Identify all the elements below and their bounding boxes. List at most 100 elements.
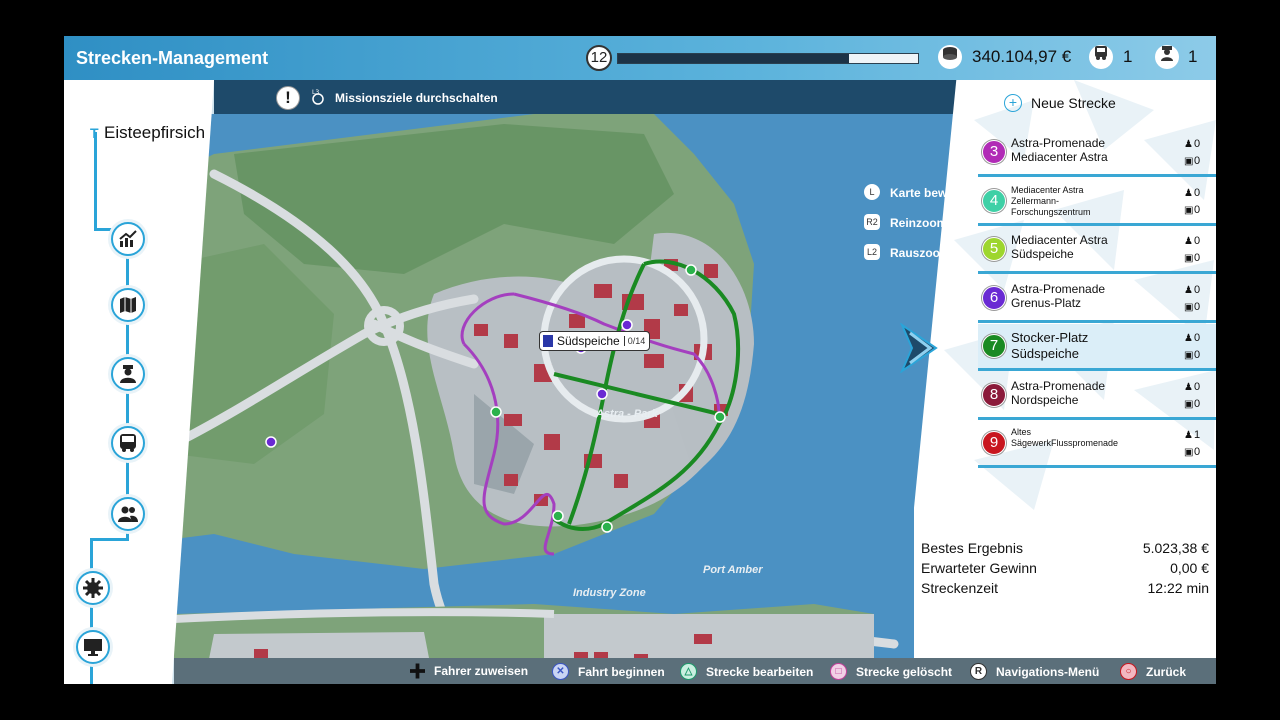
route-name: Mediacenter Astra Zellermann- Forschungsze… (1011, 185, 1171, 218)
route-row[interactable]: 4 Mediacenter Astra Zellermann- Forschungsz… (978, 179, 1216, 226)
chart-icon (119, 230, 137, 247)
back-button[interactable]: ○ Zurück (1120, 663, 1186, 680)
route-stop-name: Zellermann- (1011, 195, 1060, 206)
route-driver-count: ♟1 (1184, 429, 1200, 441)
timeline-line (90, 538, 129, 541)
route-bus-count: ▣0 (1184, 349, 1200, 361)
timeline-line (94, 132, 97, 228)
route-stop-name: Mediacenter Astra (1011, 233, 1108, 247)
level-badge: 12 (586, 45, 612, 71)
dpad-icon (410, 663, 425, 678)
bus-icon: ▣ (1184, 350, 1194, 361)
bus-icon: ▣ (1184, 301, 1194, 313)
bus-count: 0 (1194, 203, 1201, 216)
svg-text:L3: L3 (312, 89, 319, 96)
monitor-icon (84, 639, 102, 656)
bus-count: 0 (1194, 397, 1201, 410)
route-driver-count: ♟0 (1184, 381, 1200, 393)
drivers-button[interactable] (111, 357, 145, 391)
stat-route-time: Streckenzeit 12:22 min (921, 580, 1209, 600)
driver-icon: ♟ (1184, 284, 1193, 296)
square-button-icon: □ (830, 663, 847, 680)
new-route-label: Neue Strecke (1031, 95, 1116, 111)
route-name: Altes SägewerkFlusspromenade (1011, 427, 1171, 449)
stop-label[interactable]: Südspeiche 0/14 (539, 331, 651, 351)
driver-icon: ♟ (1184, 187, 1193, 199)
driver-count: 0 (1194, 235, 1201, 247)
bus-icon: ▣ (1184, 204, 1194, 216)
r2-icon: R2 (864, 214, 880, 230)
bus-count: 0 (1194, 349, 1201, 361)
settings-button[interactable] (76, 571, 110, 605)
statistics-button[interactable] (111, 222, 145, 256)
money-value: 340.104,97 € (972, 47, 1072, 66)
route-number-badge: 4 (982, 188, 1006, 213)
route-stop-name: Grenus-Platz (1011, 295, 1082, 310)
route-stop-name: Mediacenter Astra (1011, 150, 1108, 164)
buses-button[interactable] (111, 426, 145, 460)
route-stop-name: Astra-Promenade (1011, 378, 1106, 393)
route-row[interactable]: 8 Astra-Promenade Nordspeiche ♟0 ▣0 (978, 373, 1216, 420)
settings-gear-icon (83, 578, 103, 598)
bus-icon: ▣ (1184, 156, 1194, 167)
route-row[interactable]: 3 Astra-Promenade Mediacenter Astra ♟0 ▣0 (978, 130, 1216, 177)
new-route-button[interactable]: + Neue Strecke (1004, 94, 1116, 112)
button-prompt-bar: Fahrer zuweisen ✕ Fahrt beginnen △ Strec… (174, 658, 1216, 684)
driver-icon: ♟ (1184, 381, 1193, 393)
route-number-badge: 8 (982, 382, 1006, 407)
edit-route-button[interactable]: △ Strecke bearbeiten (680, 663, 813, 680)
edit-route-label: Strecke bearbeiten (706, 664, 814, 679)
driver-count: 1 (1194, 429, 1201, 441)
route-bus-count: ▣0 (1184, 204, 1200, 216)
start-trip-button[interactable]: ✕ Fahrt beginnen (552, 663, 665, 680)
route-bus-count: ▣0 (1184, 301, 1200, 313)
assign-driver-button[interactable]: Fahrer zuweisen (410, 663, 528, 678)
system-button[interactable] (76, 630, 110, 664)
map-button[interactable] (111, 288, 145, 322)
l2-icon: L2 (864, 244, 880, 260)
route-stop-name: Astra-Promenade (1011, 281, 1106, 296)
route-driver-count: ♟0 (1184, 138, 1200, 150)
city-map[interactable]: L Karte bewegen R2 Reinzoomen L2 Rauszoo… (169, 114, 980, 684)
route-driver-count: ♟0 (1184, 187, 1200, 199)
route-stop-name: Mediacenter Astra (1011, 184, 1084, 195)
company-marker-icon: T (90, 125, 99, 141)
company-name: Eisteepfirsich (104, 123, 206, 142)
driver-icon: ♟ (1184, 139, 1193, 150)
route-stop-name: Stocker-Platz (1011, 330, 1089, 345)
passengers-button[interactable] (111, 497, 145, 531)
alert-icon[interactable]: ! (276, 86, 300, 110)
stat-value: 0,00 € (1170, 560, 1209, 576)
route-row[interactable]: 5 Mediacenter Astra Südspeiche ♟0 ▣0 (978, 227, 1216, 274)
xp-progress-bar (617, 53, 919, 64)
chevron-right-icon[interactable] (899, 322, 940, 378)
route-number-badge: 5 (982, 237, 1006, 261)
bus-icon: ▣ (1184, 253, 1194, 264)
bus-icon: ▣ (1184, 398, 1194, 410)
route-row[interactable]: 9 Altes SägewerkFlusspromenade ♟1 ▣0 (978, 421, 1216, 468)
route-name: Astra-Promenade Grenus-Platz (1011, 282, 1171, 310)
route-stop-name: Nordspeiche (1011, 392, 1079, 407)
route-row[interactable]: 7 Stocker-Platz Südspeiche ♟0 ▣0 (978, 324, 1216, 371)
xp-progress-fill (618, 54, 849, 63)
area-label-astra: Astra - Park (596, 408, 658, 420)
money-icon (938, 45, 962, 69)
l3-button-icon: L3 (309, 88, 327, 106)
back-label: Zurück (1146, 664, 1187, 679)
stop-name: Südspeiche (557, 334, 620, 348)
driver-icon: ♟ (1184, 333, 1193, 344)
stop-color-swatch (543, 335, 553, 347)
route-row[interactable]: 6 Astra-Promenade Grenus-Platz ♟0 ▣0 (978, 276, 1216, 323)
bus-count: 0 (1194, 446, 1201, 458)
mission-toggle-label[interactable]: Missionsziele durchschalten (335, 91, 498, 105)
navigation-menu-button[interactable]: R Navigations-Menü (970, 663, 1099, 680)
route-bus-count: ▣0 (1184, 446, 1200, 458)
stat-best-result: Bestes Ergebnis 5.023,38 € (921, 540, 1209, 560)
driver-icon (120, 365, 136, 383)
driver-count: 0 (1194, 332, 1201, 344)
delete-route-button[interactable]: □ Strecke gelöscht (830, 663, 952, 680)
driver-count: 0 (1194, 283, 1201, 296)
area-label-port: Port Amber (703, 564, 763, 576)
route-name: Astra-Promenade Mediacenter Astra (1011, 136, 1171, 164)
circle-button-icon: ○ (1120, 663, 1137, 680)
